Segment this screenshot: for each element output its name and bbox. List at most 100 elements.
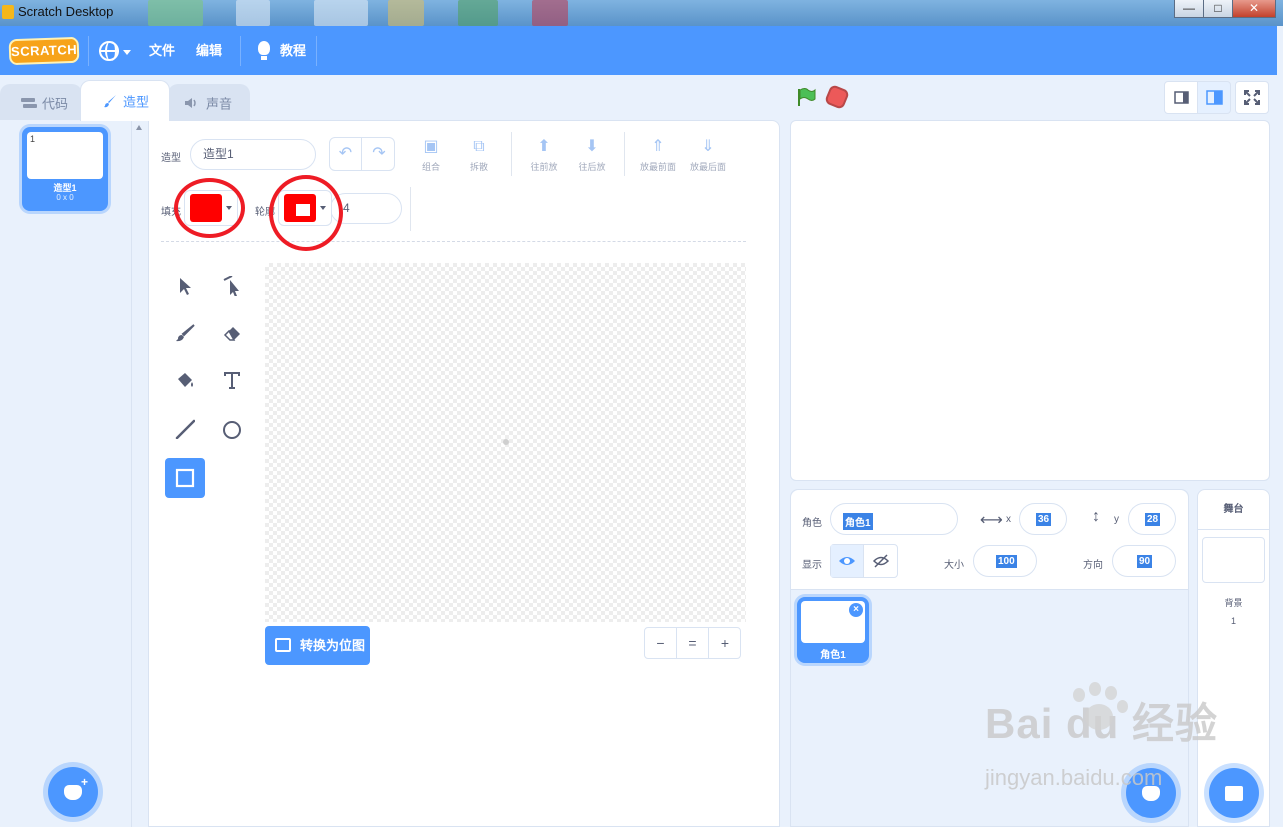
- arrow-to-top-icon: ⇑: [651, 138, 665, 155]
- zoom-in-icon[interactable]: +: [709, 628, 741, 658]
- brush-tool[interactable]: [165, 313, 205, 353]
- group-label: 组合: [421, 162, 440, 172]
- back-button[interactable]: ⇓ 放最后面: [684, 138, 732, 173]
- drawing-canvas[interactable]: [265, 263, 746, 622]
- tab-costumes-label: 造型: [123, 94, 150, 110]
- taskbar-thumbnail: [458, 0, 498, 26]
- scratch-logo[interactable]: SCRATCH: [8, 36, 80, 66]
- horizontal-arrows-icon: ⟷: [980, 512, 1003, 529]
- circle-tool[interactable]: [212, 409, 252, 449]
- direction-input[interactable]: 90: [1112, 545, 1176, 577]
- toolbar-divider: [624, 132, 625, 176]
- annotation-circle: [174, 178, 245, 238]
- backdrops-count: 1: [1230, 616, 1236, 626]
- line-tool[interactable]: [165, 409, 205, 449]
- arrow-to-bottom-icon: ⇓: [701, 138, 715, 155]
- reshape-tool[interactable]: [212, 266, 252, 306]
- costume-item[interactable]: 1 造型1 0 x 0: [22, 127, 108, 211]
- choose-backdrop-button[interactable]: [1209, 768, 1259, 818]
- menu-edit[interactable]: 编辑: [196, 26, 222, 75]
- delete-sprite-icon[interactable]: ×: [849, 603, 863, 617]
- sprite-name-input[interactable]: 角色1: [830, 503, 958, 535]
- zoom-reset-icon[interactable]: =: [677, 628, 709, 658]
- arrow-cursor-icon: [180, 278, 191, 295]
- size-input[interactable]: 100: [973, 545, 1037, 577]
- tab-sounds-label: 声音: [206, 96, 233, 111]
- taskbar-thumbnail: [236, 0, 270, 26]
- ungroup-button[interactable]: ⧉ 拆散: [459, 138, 499, 173]
- stage-canvas[interactable]: [790, 120, 1270, 481]
- front-button[interactable]: ⇑ 放最前面: [634, 138, 682, 173]
- cat-face-icon: [64, 785, 82, 800]
- small-stage-button[interactable]: [1164, 81, 1198, 114]
- hide-sprite-button[interactable]: [865, 545, 898, 577]
- fullscreen-button[interactable]: [1235, 81, 1269, 114]
- costume-name-input[interactable]: 造型1: [190, 139, 316, 170]
- green-flag-icon[interactable]: [796, 87, 816, 107]
- show-label: 显示: [802, 560, 822, 571]
- backward-button[interactable]: ⬇ 往后放: [572, 138, 612, 173]
- language-globe-icon[interactable]: [99, 41, 119, 61]
- tab-code[interactable]: 代码: [0, 84, 82, 120]
- tab-code-label: 代码: [42, 96, 69, 111]
- scroll-up-arrow[interactable]: [136, 125, 142, 130]
- eye-slash-icon: [872, 554, 890, 568]
- menu-tutorials[interactable]: 教程: [280, 26, 306, 75]
- rectangle-icon: [175, 468, 195, 488]
- taskbar-thumbnail: [314, 0, 368, 26]
- stage-thumbnail: [1202, 537, 1265, 583]
- backdrop-image-icon: [1225, 786, 1243, 801]
- ungroup-icon: ⧉: [473, 138, 485, 155]
- close-button[interactable]: ✕: [1232, 0, 1276, 18]
- undo-icon[interactable]: ↶: [330, 138, 362, 170]
- rectangle-tool[interactable]: [165, 458, 205, 498]
- costume-name-label: 造型: [161, 153, 181, 164]
- menu-file[interactable]: 文件: [149, 26, 175, 75]
- forward-label: 往前放: [530, 162, 558, 172]
- fullscreen-icon: [1244, 90, 1260, 105]
- watermark-url: jingyan.baidu.com: [985, 765, 1163, 790]
- lightbulb-icon[interactable]: [258, 41, 270, 60]
- y-value: 28: [1145, 513, 1161, 526]
- tab-costumes[interactable]: 造型: [80, 80, 170, 121]
- paint-bucket-icon: [178, 373, 193, 387]
- backdrops-label: 背景: [1224, 598, 1243, 608]
- window-titlebar: Scratch Desktop — □ ✕: [0, 0, 1283, 26]
- sprite-item[interactable]: × 角色1: [797, 597, 869, 663]
- forward-button[interactable]: ⬆ 往前放: [524, 138, 564, 173]
- eraser-tool[interactable]: [212, 313, 252, 353]
- group-button[interactable]: ▣ 组合: [411, 138, 451, 173]
- convert-to-bitmap-label: 转换为位图: [300, 638, 366, 653]
- x-input[interactable]: 36: [1019, 503, 1067, 535]
- show-sprite-button[interactable]: [831, 545, 864, 577]
- stop-icon[interactable]: [823, 83, 851, 111]
- select-tool[interactable]: [165, 266, 205, 306]
- toolbar-divider: [511, 132, 512, 176]
- app-icon: [2, 5, 14, 19]
- direction-value: 90: [1137, 555, 1153, 568]
- tab-sounds[interactable]: 声音: [168, 84, 250, 120]
- paw-logo-icon: [1063, 682, 1133, 742]
- menu-divider: [88, 36, 89, 66]
- plus-icon: +: [80, 775, 88, 789]
- y-input[interactable]: 28: [1128, 503, 1176, 535]
- chevron-down-icon[interactable]: [123, 50, 131, 55]
- fill-tool[interactable]: [165, 360, 205, 400]
- arrow-down-icon: ⬇: [585, 138, 599, 155]
- choose-costume-button[interactable]: +: [48, 767, 98, 817]
- redo-icon[interactable]: ↷: [363, 138, 395, 170]
- annotation-circle: [269, 175, 343, 251]
- code-blocks-icon: [21, 97, 37, 108]
- small-stage-icon: [1174, 91, 1189, 104]
- x-value: 36: [1036, 513, 1052, 526]
- zoom-out-icon[interactable]: −: [645, 628, 677, 658]
- backward-label: 往后放: [578, 162, 606, 172]
- maximize-button[interactable]: □: [1203, 0, 1233, 18]
- reshape-cursor-icon: [223, 276, 239, 296]
- text-tool[interactable]: [212, 360, 252, 400]
- convert-to-bitmap-button[interactable]: 转换为位图: [265, 626, 370, 665]
- vertical-arrows-icon: ↕: [1092, 508, 1100, 525]
- minimize-button[interactable]: —: [1174, 0, 1204, 18]
- normal-stage-button[interactable]: [1197, 81, 1231, 114]
- menu-divider: [316, 36, 317, 66]
